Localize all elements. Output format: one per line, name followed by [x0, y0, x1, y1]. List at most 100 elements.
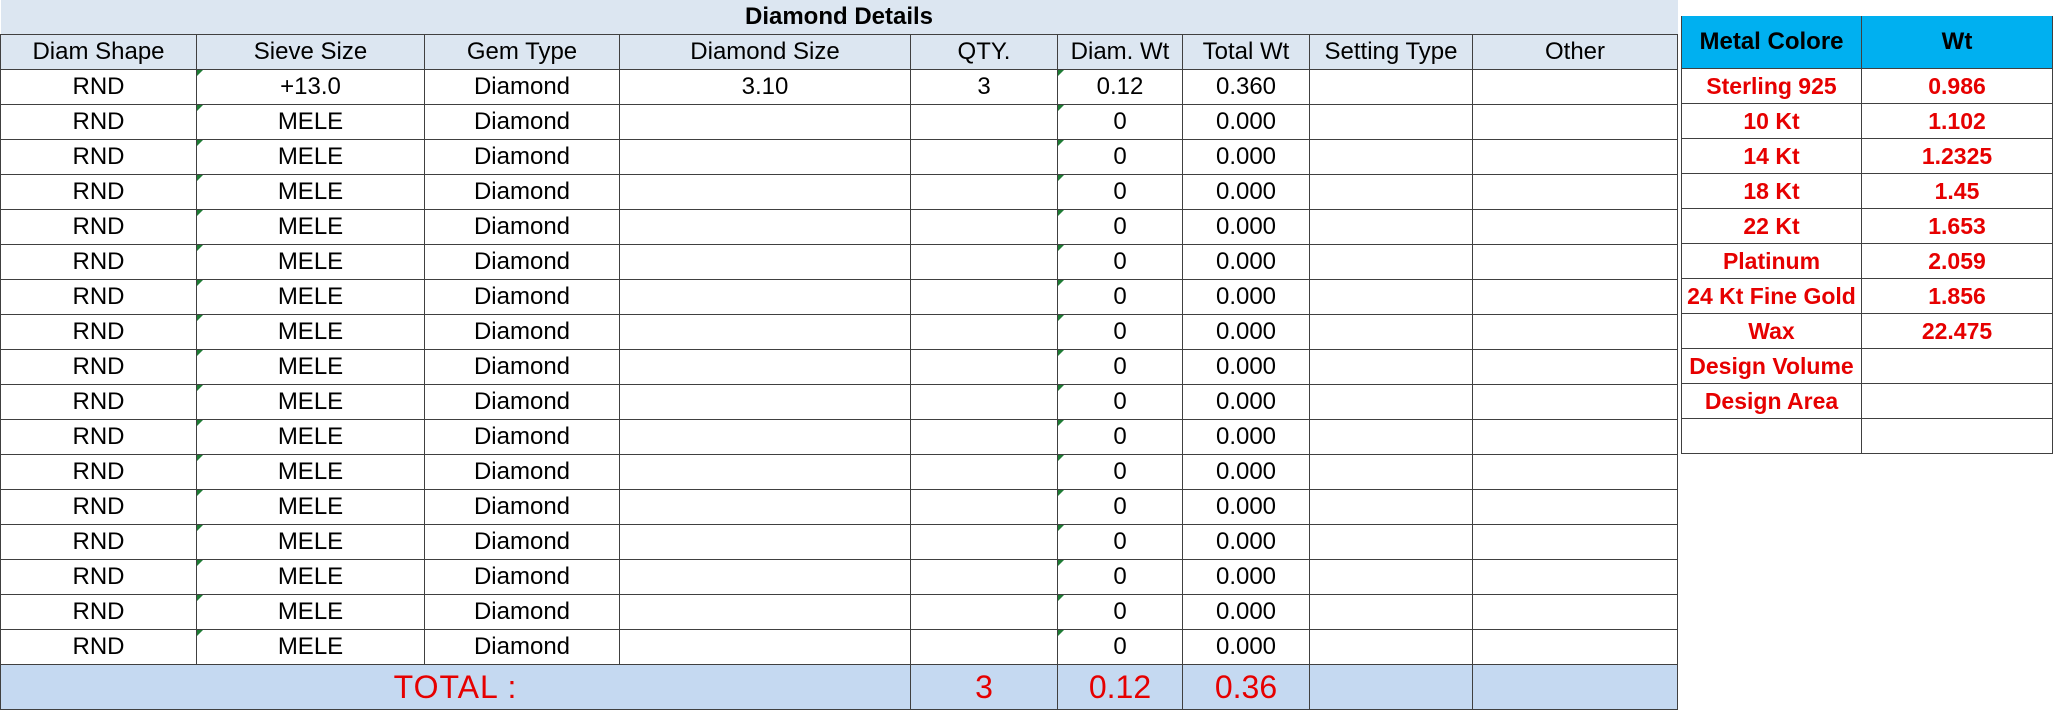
sieve-size-cell[interactable]: MELE [196, 384, 425, 420]
setting-type-cell[interactable] [1309, 489, 1473, 525]
total-wt-cell[interactable]: 0.000 [1182, 559, 1310, 595]
metal-wt-cell[interactable]: 22.475 [1861, 313, 2053, 349]
metal-name-cell[interactable]: Design Area [1681, 383, 1862, 419]
sieve-size-cell[interactable]: MELE [196, 139, 425, 175]
other-cell[interactable] [1471, 69, 1679, 105]
gem-type-cell[interactable]: Diamond [424, 489, 620, 525]
qty-cell[interactable] [910, 104, 1058, 140]
diam-shape-cell[interactable]: RND [0, 314, 197, 350]
total-wt-cell[interactable]: 0.000 [1182, 489, 1310, 525]
other-cell[interactable] [1471, 349, 1679, 385]
setting-type-cell[interactable] [1309, 629, 1473, 665]
diam-shape-cell[interactable]: RND [0, 454, 197, 490]
diamond-size-cell[interactable]: 3.10 [619, 69, 911, 105]
diam-wt-cell[interactable]: 0 [1057, 489, 1183, 525]
diam-wt-cell[interactable]: 0 [1057, 384, 1183, 420]
sieve-size-cell[interactable]: MELE [196, 629, 425, 665]
qty-cell[interactable] [910, 419, 1058, 455]
sieve-size-cell[interactable]: +13.0 [196, 69, 425, 105]
metal-name-cell[interactable]: 24 Kt Fine Gold [1681, 278, 1862, 314]
diam-shape-cell[interactable]: RND [0, 629, 197, 665]
diam-wt-cell[interactable]: 0 [1057, 244, 1183, 280]
total-wt-cell[interactable]: 0.000 [1182, 524, 1310, 560]
sieve-size-cell[interactable]: MELE [196, 104, 425, 140]
setting-type-cell[interactable] [1309, 349, 1473, 385]
sieve-size-cell[interactable]: MELE [196, 594, 425, 630]
setting-type-cell[interactable] [1309, 594, 1473, 630]
total-total-wt[interactable]: 0.36 [1182, 664, 1310, 710]
setting-type-cell[interactable] [1309, 524, 1473, 560]
gem-type-cell[interactable]: Diamond [424, 314, 620, 350]
sieve-size-cell[interactable]: MELE [196, 174, 425, 210]
diamond-size-cell[interactable] [619, 279, 911, 315]
sieve-size-cell[interactable]: MELE [196, 349, 425, 385]
diam-shape-cell[interactable]: RND [0, 139, 197, 175]
setting-type-cell[interactable] [1309, 419, 1473, 455]
gem-type-cell[interactable]: Diamond [424, 384, 620, 420]
total-wt-cell[interactable]: 0.000 [1182, 349, 1310, 385]
total-wt-cell[interactable]: 0.000 [1182, 139, 1310, 175]
diam-shape-cell[interactable]: RND [0, 384, 197, 420]
sieve-size-cell[interactable]: MELE [196, 244, 425, 280]
gem-type-cell[interactable]: Diamond [424, 419, 620, 455]
diamond-size-cell[interactable] [619, 384, 911, 420]
diam-shape-cell[interactable]: RND [0, 489, 197, 525]
other-cell[interactable] [1471, 559, 1679, 595]
diam-shape-cell[interactable]: RND [0, 419, 197, 455]
sieve-size-cell[interactable]: MELE [196, 419, 425, 455]
total-wt-cell[interactable]: 0.000 [1182, 454, 1310, 490]
diamond-size-cell[interactable] [619, 349, 911, 385]
metal-wt-cell[interactable]: 0.986 [1861, 68, 2053, 104]
diam-wt-cell[interactable]: 0 [1057, 314, 1183, 350]
qty-cell[interactable] [910, 384, 1058, 420]
other-cell[interactable] [1471, 244, 1679, 280]
metal-name-cell[interactable]: 10 Kt [1681, 103, 1862, 139]
other-cell[interactable] [1471, 104, 1679, 140]
qty-cell[interactable] [910, 454, 1058, 490]
gem-type-cell[interactable]: Diamond [424, 69, 620, 105]
diam-wt-cell[interactable]: 0 [1057, 419, 1183, 455]
total-wt-cell[interactable]: 0.000 [1182, 279, 1310, 315]
qty-cell[interactable] [910, 209, 1058, 245]
diam-wt-cell[interactable]: 0 [1057, 524, 1183, 560]
metal-wt-cell[interactable] [1861, 348, 2053, 384]
diamond-size-cell[interactable] [619, 559, 911, 595]
diamond-size-cell[interactable] [619, 174, 911, 210]
metal-wt-cell[interactable]: 2.059 [1861, 243, 2053, 279]
metal-name-cell[interactable]: Wax [1681, 313, 1862, 349]
diam-wt-cell[interactable]: 0.12 [1057, 69, 1183, 105]
metal-wt-cell[interactable] [1861, 383, 2053, 419]
diam-wt-cell[interactable]: 0 [1057, 349, 1183, 385]
metal-name-cell[interactable]: 22 Kt [1681, 208, 1862, 244]
other-cell[interactable] [1471, 279, 1679, 315]
diam-wt-cell[interactable]: 0 [1057, 559, 1183, 595]
diam-wt-cell[interactable]: 0 [1057, 174, 1183, 210]
metal-name-cell[interactable]: 18 Kt [1681, 173, 1862, 209]
total-wt-cell[interactable]: 0.000 [1182, 314, 1310, 350]
metal-wt-cell[interactable]: 1.102 [1861, 103, 2053, 139]
metal-wt-cell[interactable]: 1.45 [1861, 173, 2053, 209]
diam-shape-cell[interactable]: RND [0, 524, 197, 560]
diam-shape-cell[interactable]: RND [0, 349, 197, 385]
total-wt-cell[interactable]: 0.000 [1182, 629, 1310, 665]
diam-shape-cell[interactable]: RND [0, 279, 197, 315]
sieve-size-cell[interactable]: MELE [196, 279, 425, 315]
setting-type-cell[interactable] [1309, 209, 1473, 245]
qty-cell[interactable] [910, 174, 1058, 210]
qty-cell[interactable] [910, 524, 1058, 560]
total-wt-cell[interactable]: 0.000 [1182, 104, 1310, 140]
total-wt-cell[interactable]: 0.000 [1182, 594, 1310, 630]
diamond-size-cell[interactable] [619, 314, 911, 350]
gem-type-cell[interactable]: Diamond [424, 244, 620, 280]
metal-name-cell[interactable]: Sterling 925 [1681, 68, 1862, 104]
setting-type-cell[interactable] [1309, 384, 1473, 420]
total-setting-type[interactable] [1309, 664, 1473, 710]
other-cell[interactable] [1471, 629, 1679, 665]
metal-name-cell[interactable]: Design Volume [1681, 348, 1862, 384]
diam-wt-cell[interactable]: 0 [1057, 629, 1183, 665]
setting-type-cell[interactable] [1309, 454, 1473, 490]
metal-wt-cell[interactable]: 1.653 [1861, 208, 2053, 244]
diam-shape-cell[interactable]: RND [0, 209, 197, 245]
total-wt-cell[interactable]: 0.000 [1182, 244, 1310, 280]
setting-type-cell[interactable] [1309, 314, 1473, 350]
